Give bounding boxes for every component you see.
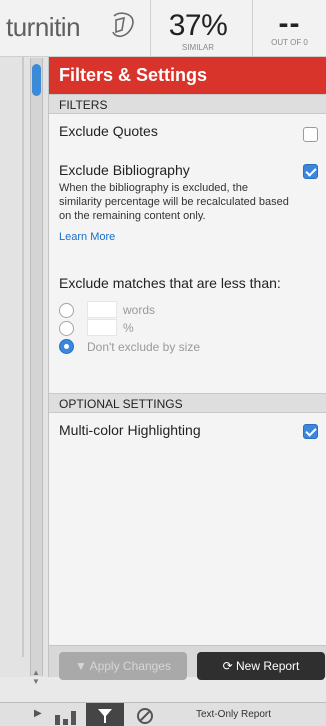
out-of-box[interactable]: -- OUT OF 0 (252, 0, 326, 57)
text-only-report-button[interactable]: Text-Only Report (196, 709, 271, 720)
refresh-icon: ⟳ (222, 659, 237, 673)
exclude-quotes-checkbox[interactable] (303, 127, 318, 142)
turnitin-logo-icon (112, 12, 134, 38)
expand-arrow-icon[interactable]: ▶ (34, 708, 42, 719)
exclude-quotes-label: Exclude Quotes (59, 123, 158, 139)
out-of-value: -- (278, 7, 301, 40)
percent-radio[interactable] (59, 321, 74, 336)
similarity-value: 37% (168, 9, 228, 42)
scrollbar-thumb[interactable] (32, 64, 41, 96)
exclude-icon[interactable] (130, 705, 160, 726)
multicolor-checkbox[interactable] (303, 424, 318, 439)
out-of-label: OUT OF 0 (271, 38, 308, 47)
filters-section-header: FILTERS (49, 94, 326, 114)
panel-footer: ▼ Apply Changes ⟳ New Report (49, 645, 326, 680)
words-radio[interactable] (59, 303, 74, 318)
bibliography-help-text: When the bibliography is excluded, the s… (59, 182, 289, 222)
words-label: words (123, 303, 156, 317)
learn-more-link[interactable]: Learn More (59, 231, 115, 243)
similarity-label: SIMILAR (181, 43, 214, 52)
filter-toolbar-icon[interactable] (86, 703, 124, 726)
words-input[interactable] (87, 301, 117, 318)
dont-exclude-label: Don't exclude by size (87, 340, 201, 354)
optional-settings-header: OPTIONAL SETTINGS (49, 393, 326, 413)
percent-label: % (123, 321, 134, 335)
turnitin-logo-text: turnitin (6, 12, 81, 42)
filter-icon: ▼ (75, 659, 90, 673)
bottom-toolbar: ▶ Text-Only Report (0, 702, 326, 726)
exclude-matches-label: Exclude matches that are less than: (59, 275, 281, 291)
dont-exclude-radio[interactable] (59, 339, 74, 354)
new-report-label: New Report (236, 659, 300, 673)
apply-changes-button[interactable]: ▼ Apply Changes (59, 652, 187, 680)
apply-changes-label: Apply Changes (89, 659, 171, 673)
filters-settings-panel: Filters & Settings FILTERS Exclude Quote… (48, 57, 326, 680)
exclude-bibliography-checkbox[interactable] (303, 164, 318, 179)
scroll-arrows-icon[interactable]: ▲ ▼ (32, 668, 40, 686)
rail-divider (22, 57, 24, 657)
exclude-bibliography-label: Exclude Bibliography (59, 162, 190, 178)
panel-title: Filters & Settings (49, 57, 326, 94)
similarity-box[interactable]: 37% SIMILAR (150, 0, 245, 57)
multicolor-label: Multi-color Highlighting (59, 422, 201, 438)
new-report-button[interactable]: ⟳ New Report (197, 652, 325, 680)
bar-chart-icon[interactable] (52, 703, 82, 726)
percent-input[interactable] (87, 319, 117, 336)
header-bar: turnitin 37% SIMILAR -- OUT OF 0 (0, 0, 326, 57)
scrollbar-track[interactable] (30, 58, 43, 676)
